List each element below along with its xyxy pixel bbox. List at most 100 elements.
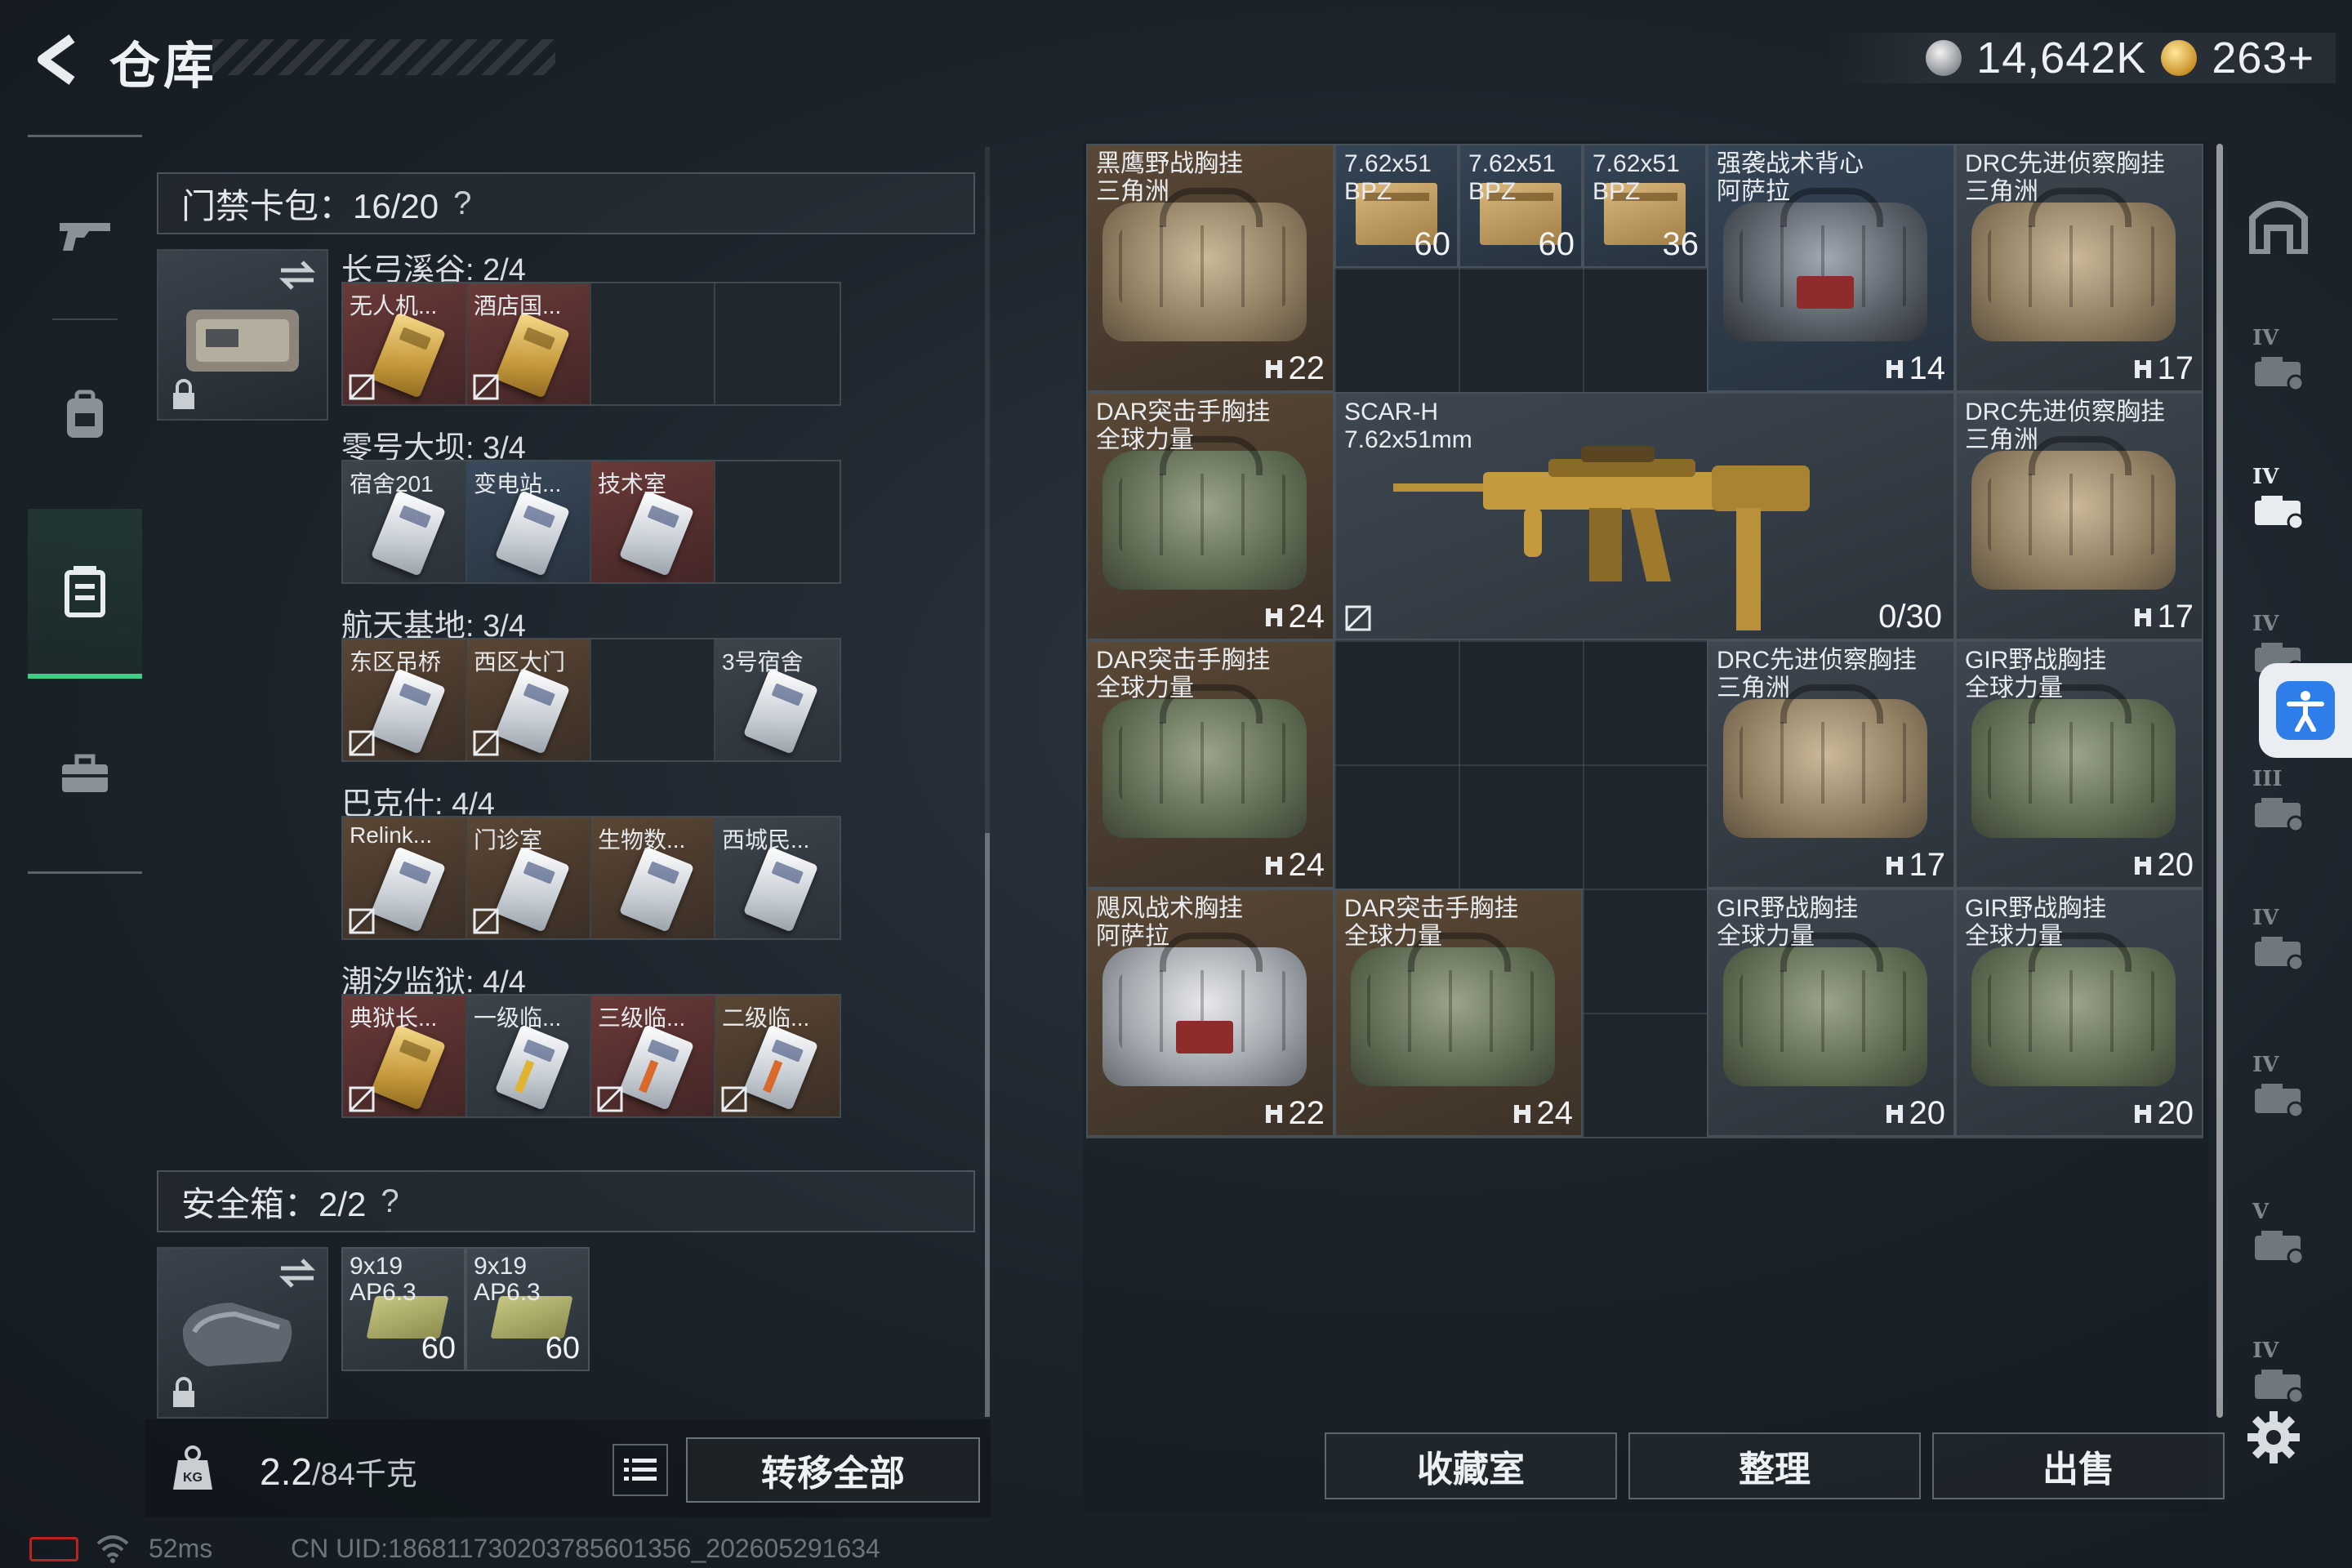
keycard-slot[interactable]: 3号宿舍	[715, 639, 840, 760]
keycard-name: 变电站...	[474, 471, 562, 497]
gold-value[interactable]: 263+	[2212, 33, 2314, 83]
chest-rig-item[interactable]: GIR野战胸挂 全球力量 20	[1955, 640, 2203, 889]
no-transfer-icon	[1345, 605, 1371, 631]
settings-button[interactable]	[2241, 1405, 2306, 1470]
chest-rig-item[interactable]: DRC先进侦察胸挂 三角洲 17	[1955, 144, 2203, 392]
rail-tier-filter[interactable]: IV	[2238, 902, 2319, 984]
durability-value: 24	[1536, 1095, 1574, 1131]
keycard-name: 生物数...	[598, 827, 686, 853]
no-transfer-icon	[473, 374, 499, 400]
keycard-holder[interactable]	[157, 249, 328, 421]
ammo-sub: AP6.3	[350, 1279, 416, 1306]
chest-rig-item[interactable]: GIR野战胸挂 全球力量 20	[1707, 889, 1955, 1137]
gold-coin-icon	[2161, 40, 2198, 76]
safebox-holder[interactable]	[157, 1247, 328, 1419]
transfer-all-button[interactable]: 转移全部	[686, 1437, 980, 1503]
keycard-slot[interactable]: 典狱长...	[343, 996, 467, 1116]
ammo-item[interactable]: 7.62x51 BPZ 36	[1583, 144, 1707, 268]
durability-icon	[2134, 359, 2151, 378]
chest-rig-item[interactable]: DRC先进侦察胸挂 三角洲 17	[1707, 640, 1955, 889]
durability-count: 22	[1264, 350, 1325, 387]
empty-card-slot[interactable]	[591, 283, 715, 404]
keycard-slot[interactable]: 三级临...	[591, 996, 715, 1116]
keycard-name: 西城民...	[722, 827, 810, 853]
chest-rig-item[interactable]: 黑鹰野战胸挂 三角洲 22	[1086, 144, 1334, 392]
keycard-name: 宿舍201	[350, 471, 434, 497]
ammo-count: 60	[421, 1331, 456, 1365]
no-transfer-icon	[349, 374, 375, 400]
rail-tier-filter[interactable]: III	[2238, 764, 2319, 845]
chest-rig-art-icon	[1971, 684, 2176, 838]
list-view-button[interactable]	[612, 1444, 668, 1496]
keycard-slot[interactable]: 技术室	[591, 461, 715, 582]
weapon-icon	[60, 223, 110, 251]
keycard-slot[interactable]: Relink...	[343, 817, 467, 938]
keycard-header-label: 门禁卡包：16/20	[181, 186, 439, 225]
safebox-help-button[interactable]: ?	[381, 1183, 399, 1220]
keycard-slot[interactable]: 门诊室	[467, 817, 591, 938]
durability-count: 22	[1264, 1095, 1325, 1132]
rail-tier-filter[interactable]: V	[2238, 1196, 2319, 1278]
right-scrollbar[interactable]	[2216, 144, 2223, 1418]
chest-rig-item[interactable]: DAR突击手胸挂 全球力量 24	[1086, 392, 1334, 640]
keycard-name: 酒店国...	[474, 293, 562, 318]
ammo-item[interactable]: 7.62x51 BPZ 60	[1334, 144, 1459, 268]
swap-icon[interactable]	[278, 259, 317, 292]
safe-box-icon	[182, 1303, 292, 1366]
keycard-slot[interactable]: 二级临...	[715, 996, 840, 1116]
chest-rig-item[interactable]: DAR突击手胸挂 全球力量 24	[1334, 889, 1583, 1137]
durability-count: 20	[1885, 1095, 1945, 1132]
empty-card-slot[interactable]	[715, 461, 840, 582]
chest-rig-item[interactable]: 强袭战术背心 阿萨拉 14	[1707, 144, 1955, 392]
rail-weapon[interactable]	[28, 154, 142, 317]
chest-rig-item[interactable]: 飓风战术胸挂 阿萨拉 22	[1086, 889, 1334, 1137]
keycard-slot[interactable]: 酒店国...	[467, 283, 591, 404]
keycard-art-icon	[742, 668, 819, 755]
rail-tier-filter[interactable]: IV	[2238, 461, 2319, 543]
rail-tier-filter[interactable]: IV	[2238, 1049, 2319, 1131]
keycard-slot[interactable]: 无人机...	[343, 283, 467, 404]
safebox-ammo-1[interactable]: 9x19 AP6.3 60	[341, 1247, 466, 1371]
back-button[interactable]	[24, 31, 90, 88]
keycard-slot[interactable]: 西区大门	[467, 639, 591, 760]
no-transfer-icon	[349, 1086, 375, 1112]
weapon-item[interactable]: SCAR-H 7.62x51mm 0/30	[1334, 392, 1955, 640]
tier-label: IV	[2252, 612, 2279, 636]
keycard-slot[interactable]: 东区吊桥	[343, 639, 467, 760]
chest-rig-art-icon	[1102, 933, 1307, 1086]
safebox-ammo-2[interactable]: 9x19 AP6.3 60	[466, 1247, 590, 1371]
container-tier-icon	[2255, 798, 2305, 833]
empty-card-slot[interactable]	[591, 639, 715, 760]
sell-button[interactable]: 出售	[1932, 1432, 2225, 1499]
collection-room-button[interactable]: 收藏室	[1325, 1432, 1617, 1499]
keycard-help-button[interactable]: ?	[453, 185, 471, 222]
chest-rig-item[interactable]: GIR野战胸挂 全球力量 20	[1955, 889, 2203, 1137]
accessibility-icon	[2287, 691, 2324, 732]
back-arrow-icon	[38, 34, 75, 85]
rail-case[interactable]	[28, 693, 142, 856]
accessibility-button[interactable]	[2259, 663, 2352, 758]
rail-chest-rig[interactable]	[28, 509, 142, 679]
rail-backpack[interactable]	[28, 333, 142, 497]
keycard-slot[interactable]: 生物数...	[591, 817, 715, 938]
durability-value: 17	[2157, 350, 2194, 386]
chest-rig-item[interactable]: DRC先进侦察胸挂 三角洲 17	[1955, 392, 2203, 640]
keycard-art-icon	[494, 668, 571, 755]
chest-rig-art-icon	[1723, 684, 1927, 838]
keycard-slot[interactable]: 一级临...	[467, 996, 591, 1116]
keycard-slot[interactable]: 变电站...	[467, 461, 591, 582]
chest-rig-item[interactable]: DAR突击手胸挂 全球力量 24	[1086, 640, 1334, 889]
keycard-slot[interactable]: 宿舍201	[343, 461, 467, 582]
sort-button[interactable]: 整理	[1628, 1432, 1921, 1499]
silver-coin-icon	[1926, 40, 1962, 76]
rail-all-containers[interactable]	[2238, 184, 2319, 265]
card-holder-icon	[186, 310, 299, 372]
keycard-slot[interactable]: 西城民...	[715, 817, 840, 938]
ammo-item[interactable]: 7.62x51 BPZ 60	[1459, 144, 1583, 268]
empty-card-slot[interactable]	[715, 283, 840, 404]
swap-icon[interactable]	[278, 1257, 317, 1290]
uid-text: CN UID:18681173020378560​1356_2026052916…	[291, 1534, 880, 1563]
no-transfer-icon	[349, 908, 375, 934]
rail-tier-filter[interactable]: IV	[2238, 323, 2319, 404]
left-scrollbar-thumb[interactable]	[985, 833, 990, 1417]
